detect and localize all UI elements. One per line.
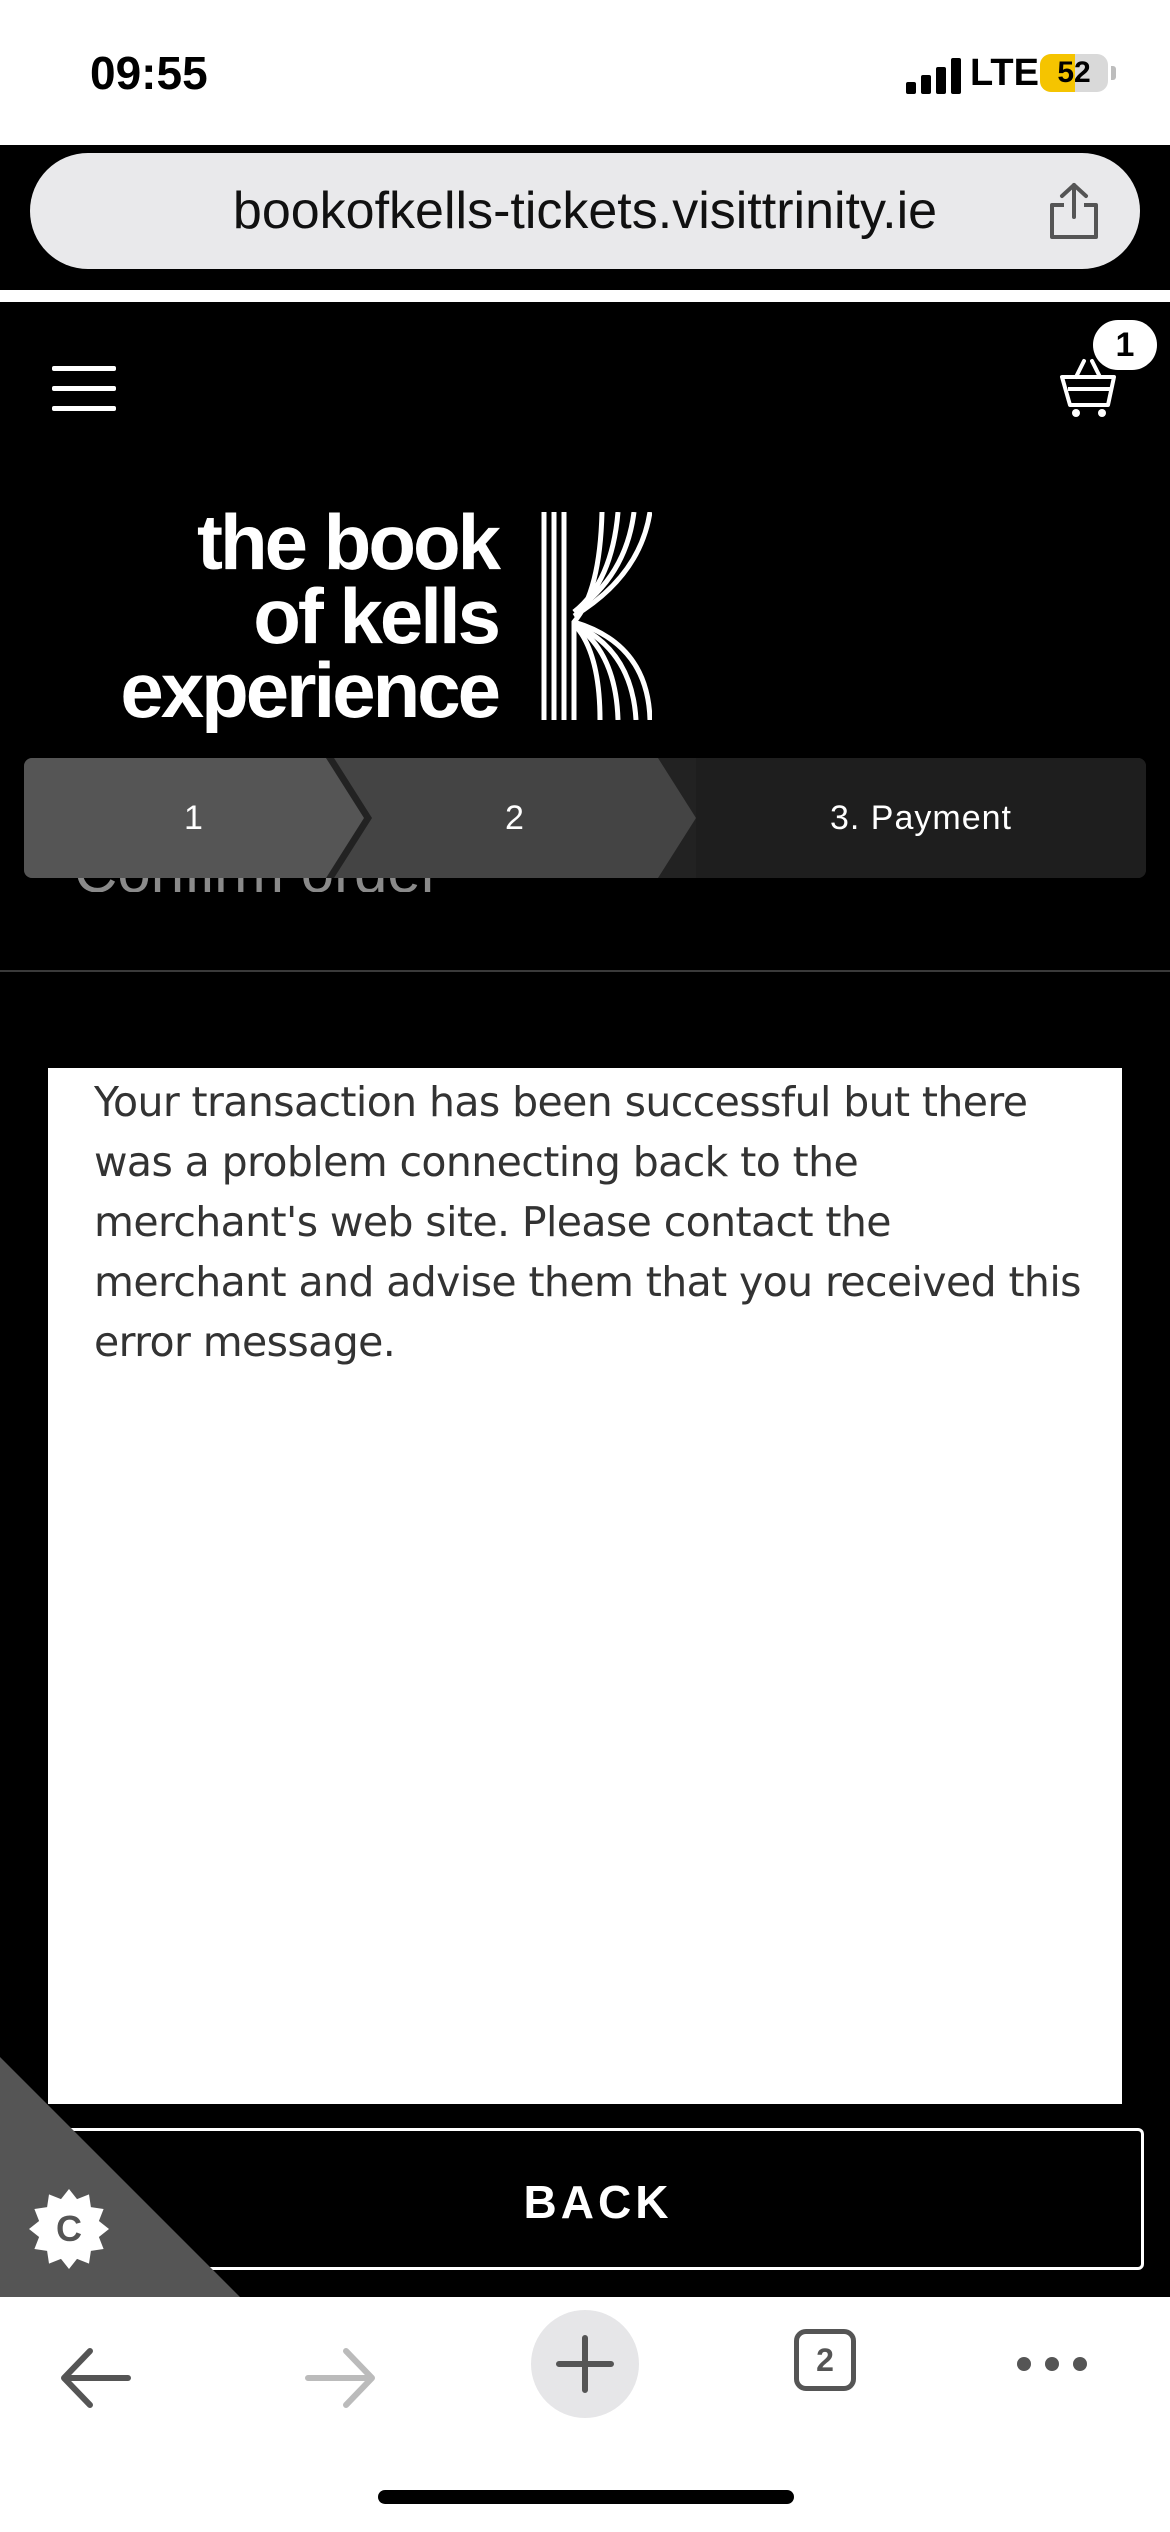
battery-icon: 52	[1040, 54, 1108, 92]
step-3-payment: 3. Payment	[696, 758, 1146, 878]
logo-line-2: of kells	[253, 572, 501, 660]
payment-message-frame: Your transaction has been successful but…	[48, 1068, 1122, 2104]
url-text[interactable]: bookofkells-tickets.visittrinity.ie	[30, 153, 1140, 269]
battery-percent: 52	[1057, 56, 1091, 89]
battery-tip	[1111, 66, 1116, 80]
back-arrow-icon[interactable]	[58, 2343, 134, 2413]
checkout-steps: 1 2 3. Payment	[24, 758, 1146, 878]
address-bar[interactable]: bookofkells-tickets.visittrinity.ie	[30, 153, 1140, 269]
logo-line-1: the book	[197, 498, 501, 586]
step-1[interactable]: 1	[24, 758, 364, 878]
forward-arrow-icon[interactable]	[302, 2343, 378, 2413]
home-indicator	[378, 2490, 794, 2504]
hamburger-menu-icon[interactable]	[52, 366, 116, 412]
share-icon[interactable]	[1046, 181, 1102, 241]
logo-line-3: experience	[120, 646, 501, 734]
browser-separator	[0, 290, 1170, 302]
network-type: LTE	[970, 52, 1039, 94]
error-message: Your transaction has been successful but…	[94, 1078, 1081, 1366]
more-options-icon[interactable]	[1016, 2349, 1088, 2379]
step-2[interactable]: 2	[334, 758, 696, 878]
status-time: 09:55	[90, 47, 208, 99]
kells-logo-mark-icon	[541, 512, 652, 720]
svg-text:C: C	[56, 2208, 82, 2249]
new-tab-icon[interactable]	[530, 2309, 640, 2419]
status-bar: 09:55 LTE 52	[0, 0, 1170, 145]
tabs-count-icon[interactable]: 2	[794, 2329, 856, 2391]
back-button[interactable]: BACK	[52, 2128, 1144, 2270]
header-divider	[0, 970, 1170, 972]
cellular-signal-icon	[906, 58, 962, 94]
cart-count-badge[interactable]: 1	[1093, 320, 1157, 370]
site-logo[interactable]: the book of kells experience	[50, 498, 501, 734]
cookie-settings-icon[interactable]: C	[28, 2188, 110, 2270]
